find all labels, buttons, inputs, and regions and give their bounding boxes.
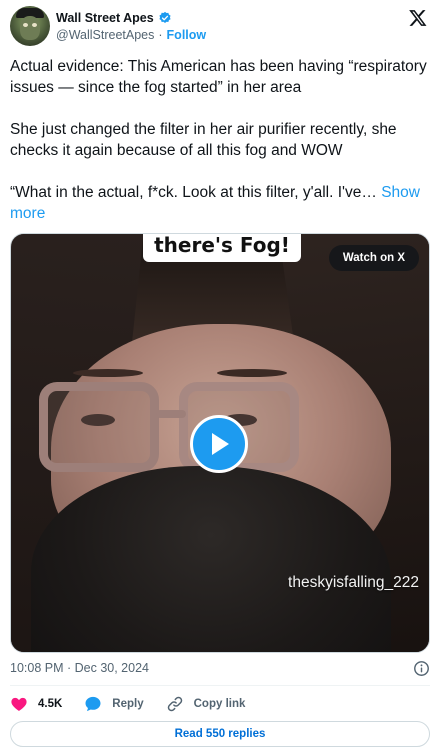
video-caption-text: there's Fog! — [154, 233, 290, 257]
avatar-face — [20, 16, 40, 40]
video-caption-overlay: there's Fog! — [143, 233, 301, 262]
copy-link-button[interactable]: Copy link — [166, 695, 246, 713]
reply-bubble-icon — [85, 696, 101, 712]
video-glasses-left — [39, 382, 159, 472]
divider — [10, 685, 430, 686]
heart-icon — [11, 697, 27, 711]
tweet-header: Wall Street Apes @WallStreetApes · Follo… — [10, 6, 430, 50]
tweet-paragraph: “What in the actual, f*ck. Look at this … — [10, 182, 430, 224]
play-triangle-icon — [212, 433, 229, 455]
avatar[interactable] — [10, 6, 50, 46]
name-row: Wall Street Apes — [56, 9, 172, 27]
reply-label: Reply — [112, 698, 144, 710]
video-player[interactable]: there's Fog! Watch on X theskyisfalling_… — [10, 233, 430, 653]
tweet-text: Actual evidence: This American has been … — [10, 56, 430, 224]
avatar-eye-left — [23, 23, 28, 27]
avatar-eye-right — [32, 23, 37, 27]
video-brow-right — [217, 369, 287, 377]
author-display-name[interactable]: Wall Street Apes — [56, 11, 154, 25]
video-brow-left — [73, 369, 143, 377]
timestamp-row: 10:08 PM · Dec 30, 2024 — [10, 659, 430, 677]
video-glasses-bridge — [156, 410, 186, 418]
author-handle[interactable]: @WallStreetApes — [56, 28, 154, 42]
like-count: 4.5K — [38, 698, 63, 710]
tweet-paragraph: She just changed the filter in her air p… — [10, 121, 397, 159]
tweet-paragraph-text: “What in the actual, f*ck. Look at this … — [10, 184, 377, 201]
follow-button[interactable]: Follow — [167, 28, 207, 42]
info-icon[interactable] — [413, 660, 430, 677]
tweet-paragraph: Actual evidence: This American has been … — [10, 58, 427, 96]
action-bar: 4.5K Reply Copy link — [10, 692, 267, 716]
play-icon[interactable] — [190, 415, 248, 473]
watch-on-x-button[interactable]: Watch on X — [328, 245, 419, 271]
copy-link-label: Copy link — [193, 698, 246, 710]
like-button[interactable]: 4.5K — [10, 695, 62, 713]
verified-badge-icon — [159, 11, 171, 23]
handle-separator: · — [158, 28, 163, 42]
handle-row: @WallStreetApes · Follow — [56, 28, 206, 42]
reply-button[interactable]: Reply — [84, 695, 144, 713]
tweet-timestamp[interactable]: 10:08 PM · Dec 30, 2024 — [10, 661, 149, 675]
read-replies-button[interactable]: Read 550 replies — [10, 721, 430, 747]
link-icon — [167, 696, 182, 712]
video-watermark: theskyisfalling_222 — [288, 574, 419, 591]
x-logo-icon[interactable] — [408, 8, 428, 28]
